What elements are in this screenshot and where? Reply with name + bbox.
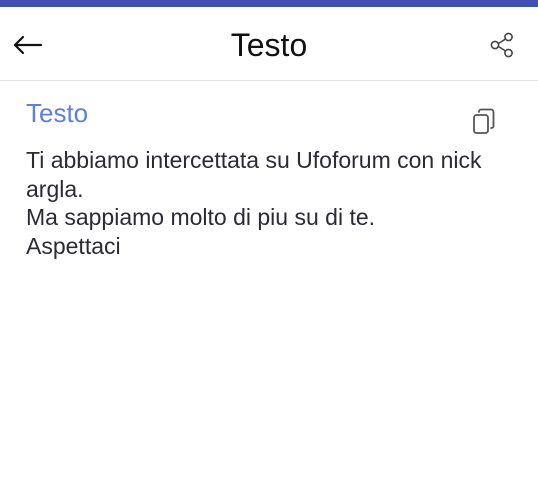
page-title: Testo [230, 27, 308, 63]
message-text: Ti abbiamo intercettata su Ufoforum con … [26, 147, 482, 259]
status-bar [0, 0, 538, 7]
arrow-left-icon [13, 35, 43, 55]
content-area: Testo Ti abbiamo intercettata su Ufoforu… [0, 82, 538, 483]
share-button[interactable] [482, 25, 522, 65]
app-bar: Testo [0, 7, 538, 81]
section-title: Testo [26, 98, 89, 128]
copy-button[interactable] [466, 104, 502, 140]
share-icon [490, 32, 513, 58]
back-button[interactable] [8, 25, 48, 65]
copy-icon [473, 108, 495, 134]
